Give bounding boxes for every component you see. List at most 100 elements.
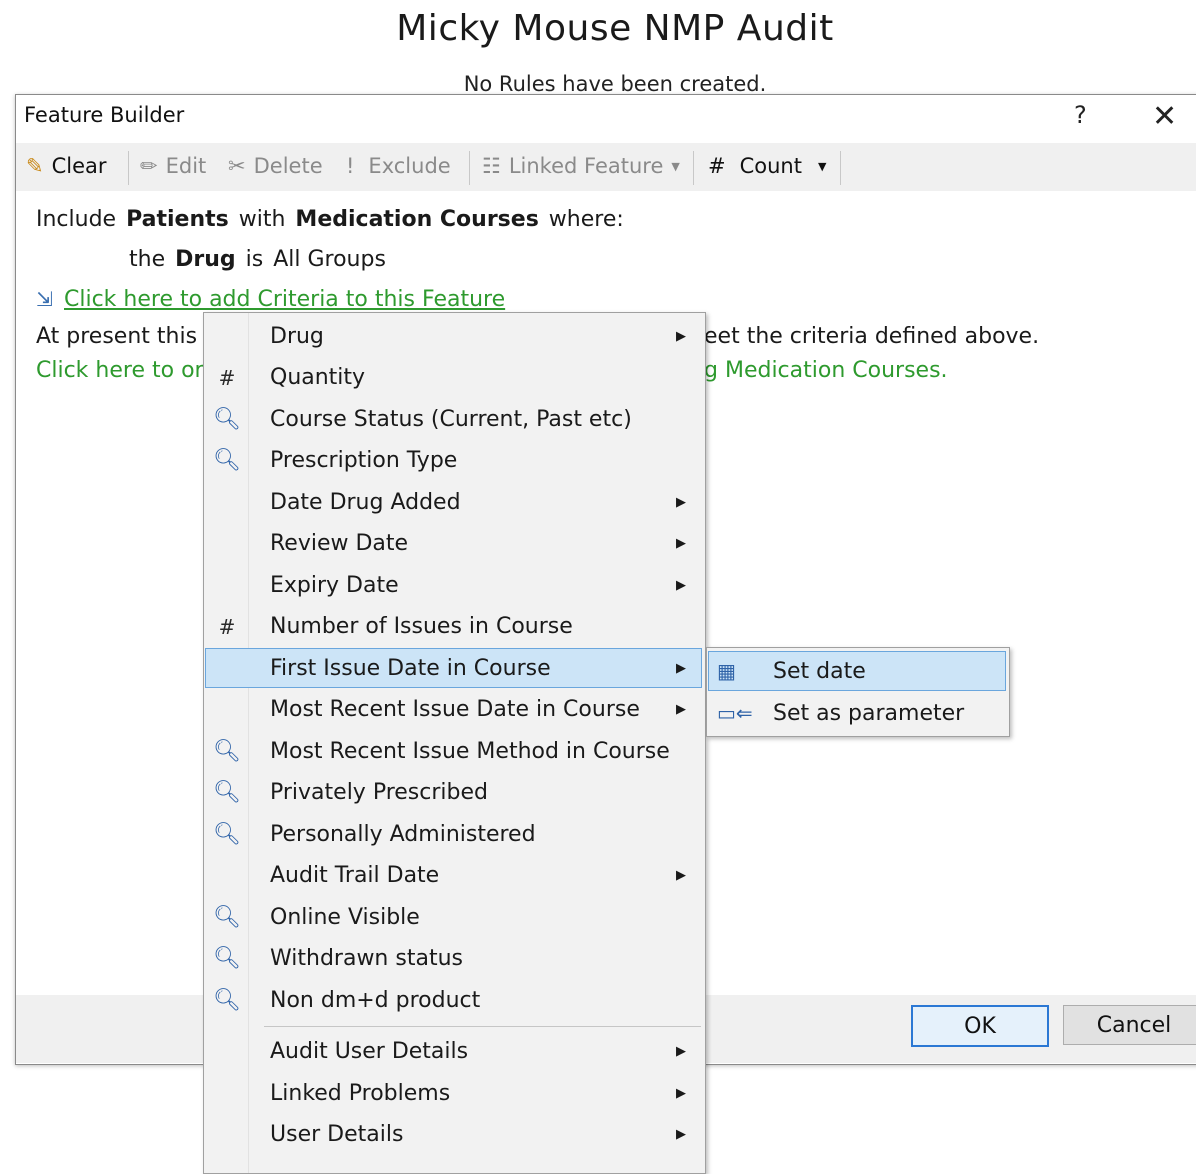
menu-item-label: Privately Prescribed [270, 780, 488, 805]
magnifier-icon: 🔍︎ [213, 780, 241, 805]
menu-item-personally-administered[interactable]: 🔍︎ Personally Administered [206, 815, 701, 853]
submenu-arrow-icon: ▶ [676, 868, 686, 883]
menu-item-user-details[interactable]: User Details ▶ [206, 1116, 701, 1154]
submenu-item-set-date[interactable]: ▦ Set date [708, 651, 1006, 691]
toolbar-divider [128, 151, 129, 185]
menu-item-non-dm-d-product[interactable]: 🔍︎ Non dm+d product [206, 981, 701, 1019]
menu-item-label: Most Recent Issue Method in Course [270, 738, 670, 764]
submenu-arrow-icon: ▶ [676, 702, 686, 717]
magnifier-icon: 🔍︎ [213, 987, 241, 1013]
present-text-left: At present this fe [36, 324, 226, 349]
add-criteria-icon: ⇲ [36, 287, 53, 311]
menu-item-audit-user-details[interactable]: Audit User Details ▶ [206, 1033, 701, 1071]
menu-item-label: Audit Trail Date [270, 863, 440, 888]
add-criteria-link[interactable]: ⇲ Click here to add Criteria to this Feat… [36, 287, 505, 312]
menu-item-label: Drug [270, 323, 324, 349]
ok-button[interactable]: OK [911, 1005, 1049, 1047]
submenu-item-label: Set date [773, 658, 866, 684]
list-icon: ☷ [482, 154, 501, 178]
delete-button[interactable]: ✂ Delete [228, 151, 323, 181]
is-text: is [245, 247, 264, 272]
add-criteria-label: Click here to add Criteria to this Featu… [64, 287, 506, 312]
submenu-arrow-icon: ▶ [676, 1044, 686, 1059]
toolbar-divider [693, 151, 694, 185]
parameter-icon: ▭⇐ [717, 701, 753, 725]
menu-item-expiry-date[interactable]: Expiry Date ▶ [206, 566, 701, 604]
menu-item-course-status-current-past-etc[interactable]: 🔍︎ Course Status (Current, Past etc) [206, 400, 701, 438]
close-button[interactable]: ✕ [1152, 99, 1177, 134]
menu-item-label: Review Date [270, 531, 409, 556]
submenu-item-label: Set as parameter [773, 700, 965, 726]
menu-item-prescription-type[interactable]: 🔍︎ Prescription Type [206, 442, 701, 480]
criteria-line: the Drug is All Groups [129, 247, 386, 272]
menu-item-quantity[interactable]: # Quantity [206, 359, 701, 397]
help-button[interactable]: ? [1074, 101, 1087, 129]
linked-feature-label: Linked Feature [508, 154, 664, 178]
order-link-right[interactable]: g Medication Courses. [704, 358, 948, 383]
patients-text: Patients [126, 207, 229, 232]
menu-item-first-issue-date-in-course[interactable]: First Issue Date in Course ▶ [205, 648, 702, 688]
count-button[interactable]: # Count ▼ [708, 151, 826, 181]
chevron-down-icon: ▼ [671, 159, 680, 173]
cancel-button[interactable]: Cancel [1063, 1005, 1196, 1045]
order-link-left[interactable]: Click here to ord [36, 358, 217, 383]
submenu-arrow-icon: ▶ [676, 328, 686, 344]
menu-item-date-drug-added[interactable]: Date Drug Added ▶ [206, 483, 701, 521]
eraser-icon: ✎ [26, 154, 44, 178]
menu-separator [264, 1025, 701, 1027]
menu-item-label: Withdrawn status [270, 946, 463, 971]
edit-label: Edit [165, 154, 207, 178]
magnifier-icon: 🔍︎ [213, 904, 241, 930]
menu-item-label: User Details [270, 1122, 404, 1147]
menu-item-label: Online Visible [270, 904, 420, 930]
magnifier-icon: 🔍︎ [213, 448, 241, 473]
page-title: Micky Mouse NMP Audit [396, 8, 834, 49]
with-text: with [238, 207, 286, 232]
menu-item-label: Prescription Type [270, 448, 458, 473]
menu-item-most-recent-issue-method-in-course[interactable]: 🔍︎ Most Recent Issue Method in Course [206, 732, 701, 770]
magnifier-icon: 🔍︎ [213, 738, 241, 764]
toolbar: ✎ Clear ✏ Edit ✂ Delete ! Exclude ☷ Link… [16, 143, 1196, 191]
hash-icon: # [218, 614, 236, 639]
all-groups-link[interactable]: All Groups [273, 247, 386, 272]
menu-item-number-of-issues-in-course[interactable]: # Number of Issues in Course [206, 608, 701, 646]
menu-item-label: Personally Administered [270, 821, 536, 847]
edit-button[interactable]: ✏ Edit [140, 151, 206, 181]
dialog-titlebar: Feature Builder ? ✕ [16, 95, 1196, 139]
delete-icon: ✂ [228, 154, 246, 178]
exclamation-icon: ! [346, 154, 355, 178]
menu-item-label: Non dm+d product [270, 987, 481, 1013]
exclude-label: Exclude [368, 154, 451, 178]
menu-item-label: Linked Problems [270, 1080, 451, 1106]
menu-item-linked-problems[interactable]: Linked Problems ▶ [206, 1074, 701, 1112]
menu-item-online-visible[interactable]: 🔍︎ Online Visible [206, 898, 701, 936]
exclude-button[interactable]: ! Exclude [346, 151, 451, 181]
menu-item-review-date[interactable]: Review Date ▶ [206, 525, 701, 563]
hash-icon: # [218, 365, 236, 390]
dialog-title: Feature Builder [24, 103, 185, 127]
menu-item-label: Number of Issues in Course [270, 614, 573, 639]
linked-feature-button[interactable]: ☷ Linked Feature ▼ [482, 151, 680, 181]
count-label: Count [739, 154, 802, 178]
menu-item-privately-prescribed[interactable]: 🔍︎ Privately Prescribed [206, 774, 701, 812]
toolbar-divider [469, 151, 470, 185]
menu-item-label: First Issue Date in Course [270, 655, 551, 681]
menu-item-withdrawn-status[interactable]: 🔍︎ Withdrawn status [206, 940, 701, 978]
menu-item-label: Expiry Date [270, 572, 399, 598]
the-text: the [129, 247, 166, 272]
menu-item-drug[interactable]: Drug ▶ [206, 317, 701, 355]
submenu-arrow-icon: ▶ [676, 1085, 686, 1101]
submenu-item-set-as-parameter[interactable]: ▭⇐ Set as parameter [709, 694, 1005, 732]
hash-icon: # [708, 154, 726, 178]
drug-text: Drug [175, 247, 236, 272]
date-submenu: ▦ Set date ▭⇐ Set as parameter [706, 647, 1010, 737]
delete-label: Delete [253, 154, 323, 178]
chevron-down-icon: ▼ [817, 159, 827, 173]
menu-item-audit-trail-date[interactable]: Audit Trail Date ▶ [206, 857, 701, 895]
rule-description: Include Patients with Medication Courses whe… [36, 207, 624, 232]
submenu-arrow-icon: ▶ [676, 536, 686, 551]
clear-button[interactable]: ✎ Clear [26, 151, 107, 181]
menu-item-most-recent-issue-date-in-course[interactable]: Most Recent Issue Date in Course ▶ [206, 691, 701, 729]
menu-item-label: Most Recent Issue Date in Course [270, 697, 640, 722]
magnifier-icon: 🔍︎ [213, 406, 241, 432]
